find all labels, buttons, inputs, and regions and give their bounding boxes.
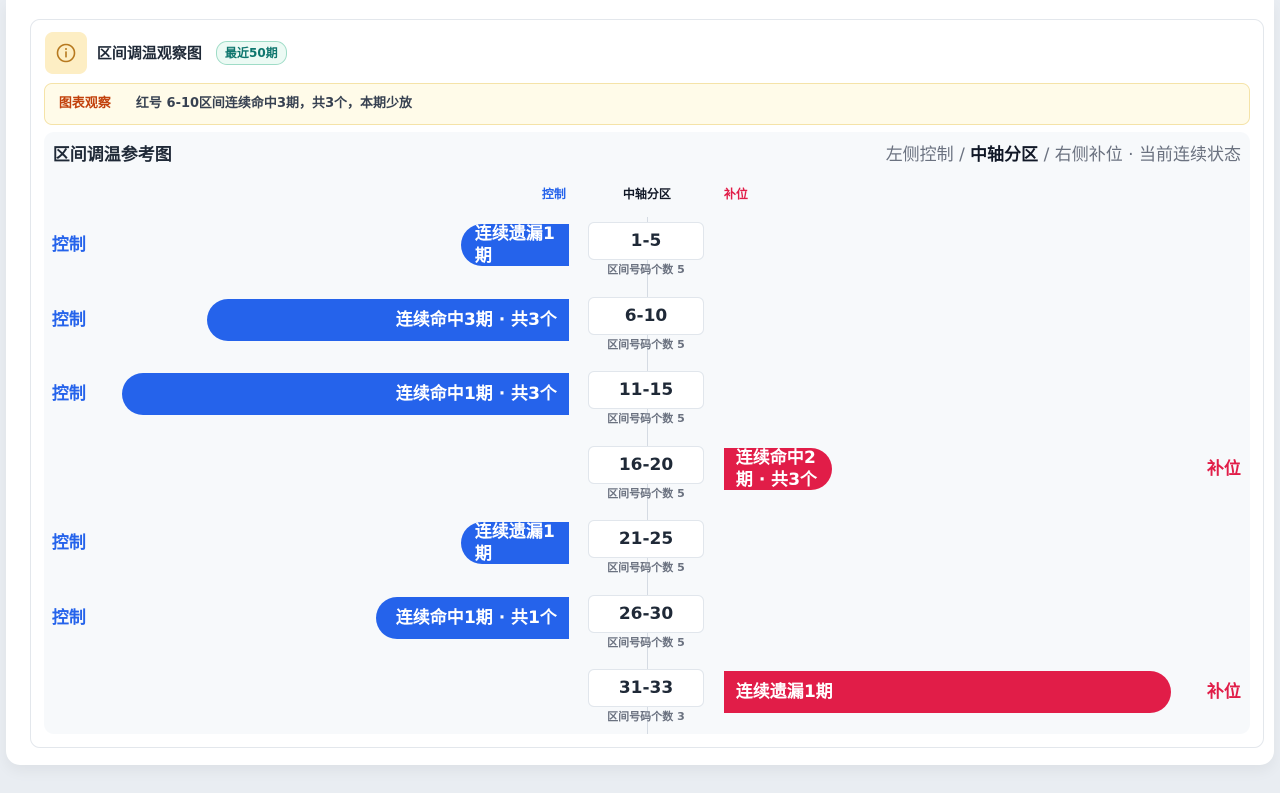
legend-left: 左侧控制 (885, 145, 954, 165)
bar-label: 连续遗漏1期 (475, 224, 555, 266)
zone-box: 16-20 (588, 446, 704, 484)
zone-box: 11-15 (588, 371, 704, 409)
zone-count-label: 区间号码个数 5 (607, 338, 685, 351)
status-bar: 连续命中2期 · 共3个 (724, 448, 832, 490)
status-bar: 连续命中3期 · 共3个 (207, 299, 569, 341)
bar-label: 连续命中3期 · 共3个 (396, 310, 557, 330)
chart-panel: 区间调温参考图 左侧控制 / 中轴分区 / 右侧补位 · 当前连续状态 控制 中… (44, 132, 1250, 734)
legend-status: 当前连续状态 (1139, 145, 1241, 165)
control-label: 控制 (52, 384, 86, 404)
status-bar: 连续命中1期 · 共3个 (122, 373, 569, 415)
control-label: 控制 (52, 235, 86, 255)
zone-box: 6-10 (588, 297, 704, 335)
legend-center: 中轴分区 (970, 145, 1039, 165)
bar-label: 连续命中1期 · 共1个 (396, 608, 557, 628)
status-bar: 连续命中1期 · 共1个 (376, 597, 569, 639)
column-header-fill: 补位 (724, 187, 749, 201)
control-label: 控制 (52, 310, 86, 330)
column-header-control: 控制 (542, 187, 567, 201)
legend-sep: / (953, 145, 971, 165)
zone-count-label: 区间号码个数 3 (607, 710, 685, 723)
control-label: 控制 (52, 608, 86, 628)
panel-title: 区间调温参考图 (53, 145, 172, 165)
period-badge: 最近50期 (216, 41, 287, 65)
legend-sep: / (1038, 145, 1055, 165)
zone-count-label: 区间号码个数 5 (607, 561, 685, 574)
info-icon (56, 43, 76, 63)
column-header-axis: 中轴分区 (622, 187, 671, 201)
zone-box: 1-5 (588, 222, 704, 260)
bar-label: 连续命中2期 · 共3个 (736, 448, 818, 490)
zone-box: 26-30 (588, 595, 704, 633)
card-title: 区间调温观察图 (97, 44, 203, 62)
control-label: 控制 (52, 533, 86, 553)
status-bar: 连续遗漏1期 (461, 522, 569, 564)
panel-legend: 左侧控制 / 中轴分区 / 右侧补位 · 当前连续状态 (886, 143, 1241, 167)
bar-label: 连续命中1期 · 共3个 (396, 384, 557, 404)
chart-card: 区间调温观察图 最近50期 图表观察 红号 6-10区间连续命中3期，共3个，本… (30, 19, 1264, 748)
status-bar: 连续遗漏1期 (461, 224, 569, 266)
page-frame: 区间调温观察图 最近50期 图表观察 红号 6-10区间连续命中3期，共3个，本… (6, 0, 1274, 765)
zone-count-label: 区间号码个数 5 (607, 636, 685, 649)
bar-label: 连续遗漏1期 (475, 522, 555, 564)
fill-label: 补位 (1207, 682, 1241, 702)
zone-count-label: 区间号码个数 5 (607, 487, 685, 500)
status-bar: 连续遗漏1期 (724, 671, 1171, 713)
notice-label: 图表观察 (59, 96, 112, 111)
fill-label: 补位 (1207, 459, 1241, 479)
info-icon-tile (45, 32, 87, 74)
legend-dot: · (1122, 145, 1139, 165)
observation-notice: 图表观察 红号 6-10区间连续命中3期，共3个，本期少放 (44, 83, 1250, 125)
notice-text: 红号 6-10区间连续命中3期，共3个，本期少放 (136, 96, 413, 111)
legend-right: 右侧补位 (1054, 145, 1123, 165)
zone-box: 21-25 (588, 520, 704, 558)
zone-count-label: 区间号码个数 5 (607, 412, 685, 425)
bar-label: 连续遗漏1期 (736, 682, 833, 702)
zone-count-label: 区间号码个数 5 (607, 263, 685, 276)
zone-box: 31-33 (588, 669, 704, 707)
